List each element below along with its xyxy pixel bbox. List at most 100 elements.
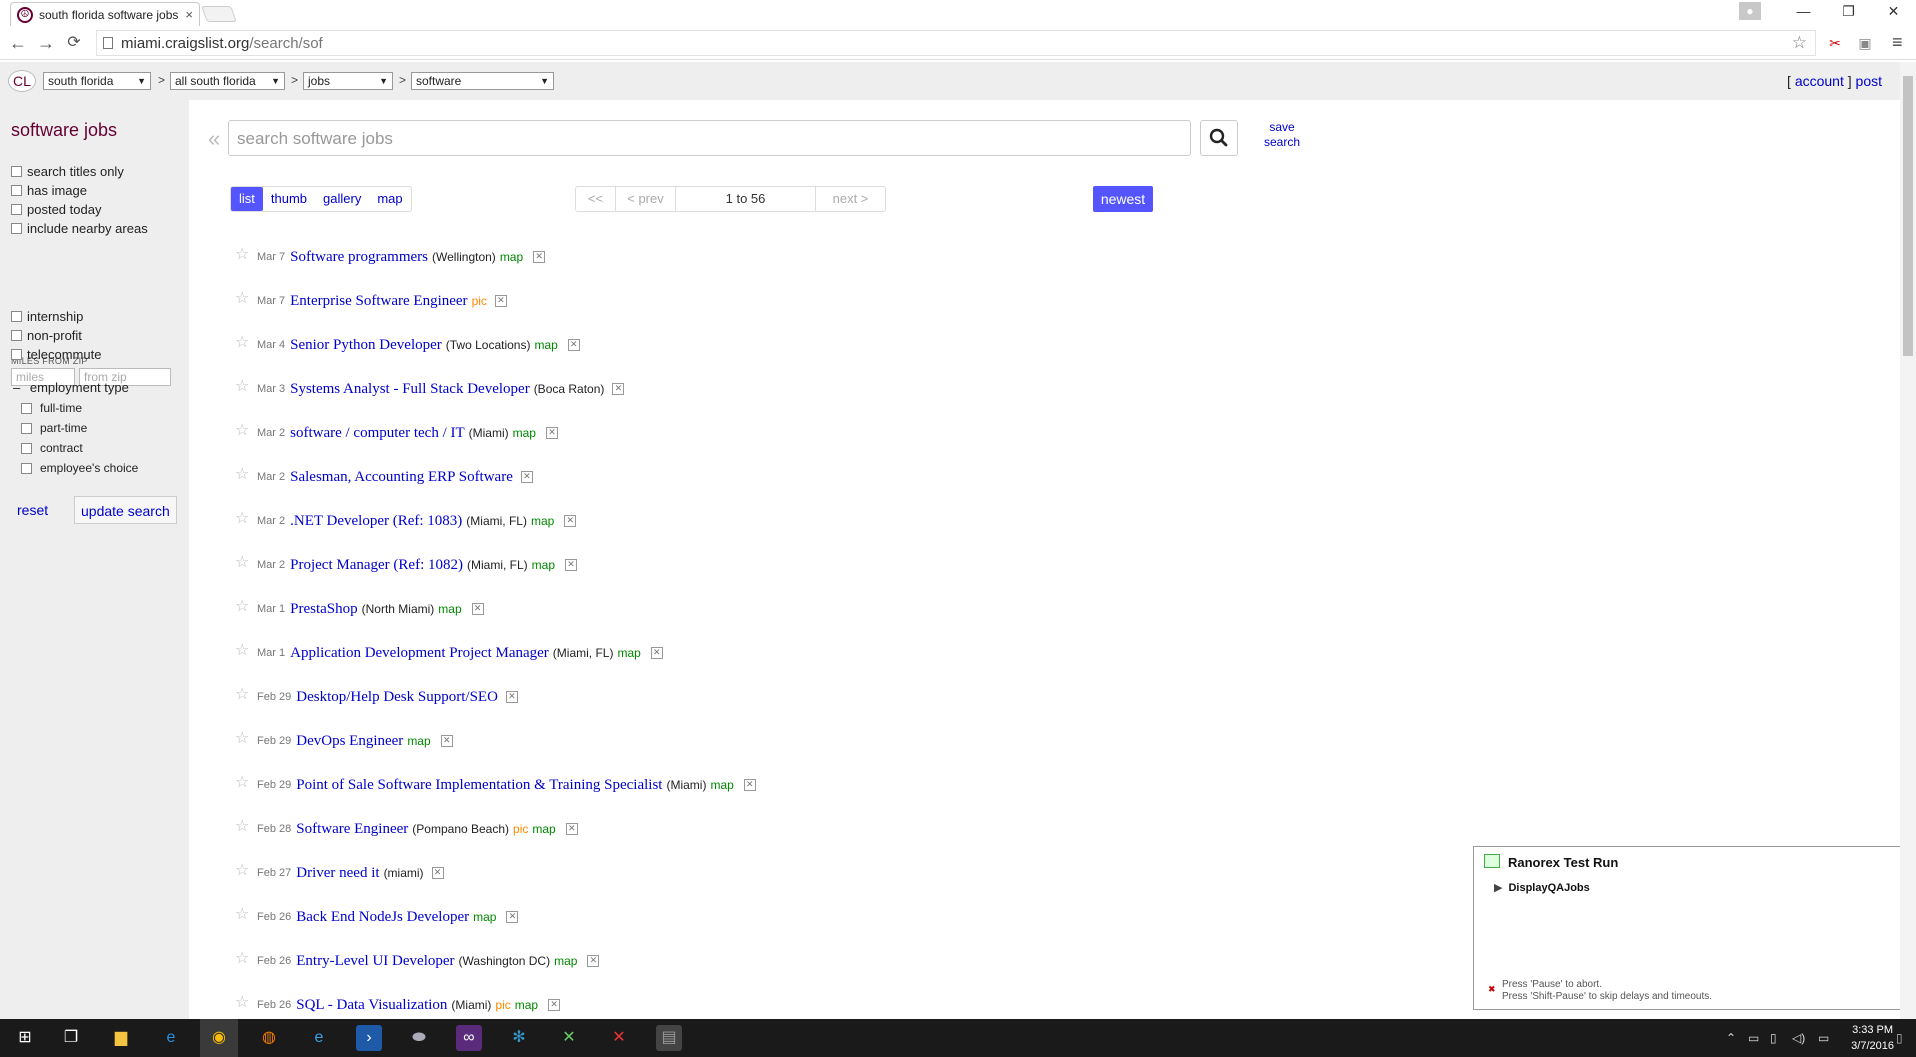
prev-page-button[interactable]: < prev [616, 187, 676, 211]
listing-map-link[interactable]: map [473, 910, 496, 924]
listing-title-link[interactable]: Point of Sale Software Implementation & … [296, 777, 662, 794]
hide-listing-icon[interactable]: ✕ [494, 295, 507, 307]
category-select[interactable]: jobs ▼ [303, 72, 393, 90]
favorite-star-icon[interactable]: ☆ [235, 596, 257, 615]
listing-map-link[interactable]: map [710, 778, 733, 792]
listing-title-link[interactable]: Back End NodeJs Developer [296, 909, 469, 926]
file-explorer-icon[interactable]: ▆ [108, 1025, 134, 1051]
favorite-star-icon[interactable]: ☆ [235, 464, 257, 483]
favorite-star-icon[interactable]: ☆ [235, 816, 257, 835]
filter-non-profit[interactable]: non-profit [11, 328, 82, 343]
listing-title-link[interactable]: Systems Analyst - Full Stack Developer [290, 381, 530, 398]
reset-button[interactable]: reset [17, 496, 48, 524]
new-tab-button[interactable] [201, 6, 237, 22]
hide-listing-icon[interactable]: ✕ [533, 251, 546, 263]
update-search-button[interactable]: update search [74, 496, 177, 524]
powershell-icon[interactable]: › [356, 1025, 382, 1051]
hide-listing-icon[interactable]: ✕ [743, 779, 756, 791]
hide-listing-icon[interactable]: ✕ [650, 647, 663, 659]
checkbox[interactable] [11, 223, 22, 234]
hide-listing-icon[interactable]: ✕ [545, 427, 558, 439]
scrollbar-thumb[interactable] [1903, 76, 1913, 356]
listing-title-link[interactable]: PrestaShop [290, 601, 358, 618]
tab-map[interactable]: map [369, 187, 410, 211]
employment-type-toggle[interactable]: – employment type [13, 380, 129, 395]
listing-map-link[interactable]: map [515, 998, 538, 1012]
favorite-star-icon[interactable]: ☆ [235, 420, 257, 439]
listing-title-link[interactable]: Senior Python Developer [290, 337, 442, 354]
listing-title-link[interactable]: DevOps Engineer [296, 733, 403, 750]
subcategory-select[interactable]: software ▼ [411, 72, 554, 90]
collapse-sidebar-icon[interactable]: « [208, 126, 220, 152]
expand-triangle-icon[interactable]: ▶ [1494, 882, 1502, 894]
ranorex-recorder-icon[interactable]: ✕ [606, 1025, 632, 1051]
filter-include-nearby[interactable]: include nearby areas [11, 221, 148, 236]
visual-studio-icon[interactable]: ∞ [456, 1025, 482, 1051]
checkbox[interactable] [11, 204, 22, 215]
message-icon[interactable]: ▭ [1818, 1031, 1829, 1045]
listing-title-link[interactable]: Software programmers [290, 249, 428, 266]
internet-explorer-icon[interactable]: e [306, 1025, 332, 1051]
vertical-scrollbar[interactable] [1900, 62, 1916, 1020]
tray-app-icon[interactable]: ▭ [1748, 1031, 1759, 1045]
listing-map-link[interactable]: map [407, 734, 430, 748]
listing-title-link[interactable]: Enterprise Software Engineer [290, 293, 467, 310]
filter-search-titles-only[interactable]: search titles only [11, 164, 124, 179]
favorite-star-icon[interactable]: ☆ [235, 728, 257, 747]
favorite-star-icon[interactable]: ☆ [235, 904, 257, 923]
volume-icon[interactable]: ◁) [1792, 1031, 1805, 1045]
tab-close-icon[interactable]: × [185, 7, 193, 22]
subarea-select[interactable]: all south florida ▼ [170, 72, 285, 90]
filter-internship[interactable]: internship [11, 309, 83, 324]
listing-title-link[interactable]: Salesman, Accounting ERP Software [290, 469, 513, 486]
search-button[interactable] [1200, 120, 1238, 156]
favorite-star-icon[interactable]: ☆ [235, 860, 257, 879]
filter-has-image[interactable]: has image [11, 183, 87, 198]
checkbox[interactable] [11, 166, 22, 177]
listing-title-link[interactable]: SQL - Data Visualization [296, 997, 447, 1014]
listing-map-link[interactable]: map [500, 250, 523, 264]
listing-map-link[interactable]: map [531, 514, 554, 528]
listing-map-link[interactable]: map [617, 646, 640, 660]
hide-listing-icon[interactable]: ✕ [505, 691, 518, 703]
filter-telecommute[interactable]: telecommute [11, 347, 101, 362]
bookmark-star-icon[interactable]: ☆ [1792, 33, 1807, 53]
notifications-icon[interactable]: ▯ [1896, 1031, 1903, 1045]
tab-list[interactable]: list [231, 187, 263, 211]
edge-icon[interactable]: e [158, 1025, 184, 1051]
listing-map-link[interactable]: map [534, 338, 557, 352]
listing-title-link[interactable]: Software Engineer [296, 821, 408, 838]
hide-listing-icon[interactable]: ✕ [471, 603, 484, 615]
listing-map-link[interactable]: map [554, 954, 577, 968]
checkbox[interactable] [21, 462, 32, 474]
url-input[interactable]: miami.craigslist.org/search/sof ☆ [96, 30, 1816, 56]
firefox-icon[interactable]: ◍ [256, 1025, 282, 1051]
favorite-star-icon[interactable]: ☆ [235, 508, 257, 527]
filter-employees-choice[interactable]: employee's choice [21, 461, 138, 475]
ranorex-test-item[interactable]: ▶ DisplayQAJobs [1494, 881, 1590, 894]
checkbox[interactable] [11, 185, 22, 196]
filter-contract[interactable]: contract [21, 441, 83, 455]
favorite-star-icon[interactable]: ☆ [235, 376, 257, 395]
favorite-star-icon[interactable]: ☆ [235, 948, 257, 967]
checkbox[interactable] [11, 349, 22, 360]
listing-title-link[interactable]: Project Manager (Ref: 1082) [290, 557, 463, 574]
tab-thumb[interactable]: thumb [263, 187, 315, 211]
hide-listing-icon[interactable]: ✕ [431, 867, 444, 879]
close-window-button[interactable]: ✕ [1871, 3, 1916, 20]
hide-listing-icon[interactable]: ✕ [565, 823, 578, 835]
hide-listing-icon[interactable]: ✕ [506, 911, 519, 923]
listing-title-link[interactable]: Application Development Project Manager [290, 645, 549, 662]
taskbar-clock[interactable]: 3:33 PM 3/7/2016 [1851, 1022, 1894, 1054]
favorite-star-icon[interactable]: ☆ [235, 684, 257, 703]
tray-chevron-icon[interactable]: ⌃ [1726, 1031, 1736, 1045]
checkbox[interactable] [21, 402, 32, 414]
favorite-star-icon[interactable]: ☆ [235, 244, 257, 263]
network-icon[interactable]: ▯ [1770, 1031, 1777, 1045]
area-select[interactable]: south florida ▼ [43, 72, 151, 90]
favorite-star-icon[interactable]: ☆ [235, 772, 257, 791]
hide-listing-icon[interactable]: ✕ [567, 339, 580, 351]
profile-icon[interactable]: ● [1739, 2, 1761, 20]
account-link[interactable]: account [1795, 73, 1844, 89]
listing-map-link[interactable]: map [532, 822, 555, 836]
